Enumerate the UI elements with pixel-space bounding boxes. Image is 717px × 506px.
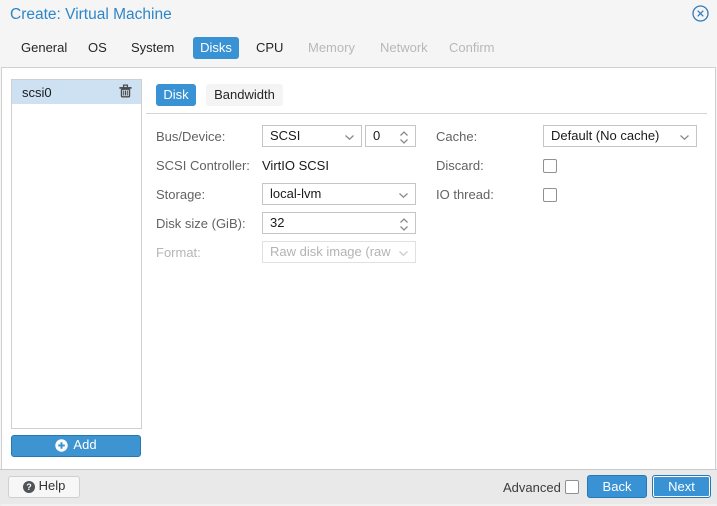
svg-text:?: ? bbox=[26, 482, 32, 492]
